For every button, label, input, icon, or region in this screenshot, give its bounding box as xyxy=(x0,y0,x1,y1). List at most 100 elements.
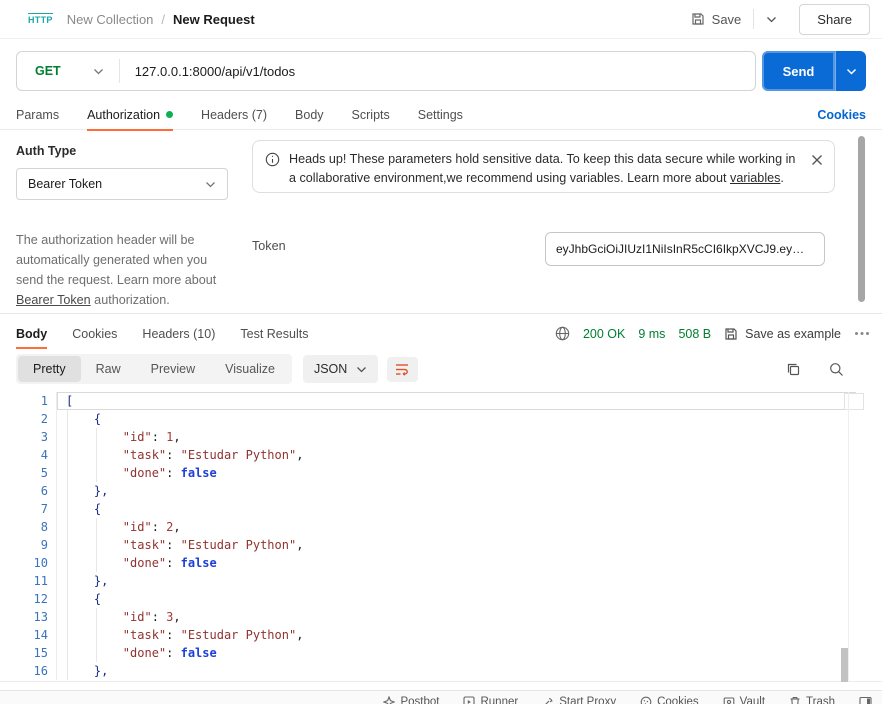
send-button[interactable]: Send xyxy=(762,51,835,91)
toolbar-right-icons xyxy=(786,362,866,377)
cookies-link[interactable]: Cookies xyxy=(817,108,866,122)
copy-icon[interactable] xyxy=(786,362,801,377)
auth-type-select[interactable]: Bearer Token xyxy=(16,168,228,200)
status-code[interactable]: 200 OK xyxy=(583,327,625,341)
code-line[interactable]: 6 }, xyxy=(0,482,882,500)
code-line[interactable]: 12 { xyxy=(0,590,882,608)
footer-item-trash[interactable]: Trash xyxy=(789,696,835,704)
indent-guide xyxy=(96,428,97,482)
response-tabs: Body Cookies Headers (10) Test Results xyxy=(16,320,308,347)
save-options-chevron-icon[interactable] xyxy=(756,10,787,29)
code-line[interactable]: 3 "id": 1, xyxy=(0,428,882,446)
response-toolbar: PrettyRawPreviewVisualize JSON xyxy=(16,353,866,385)
format-select[interactable]: JSON xyxy=(303,355,378,383)
vault-icon xyxy=(723,696,735,704)
code-line[interactable]: 8 "id": 2, xyxy=(0,518,882,536)
http-request-icon: HTTP xyxy=(28,13,53,25)
share-button[interactable]: Share xyxy=(799,4,870,35)
divider xyxy=(0,313,882,314)
tab-label: Params xyxy=(16,108,59,122)
editor-scrollbar-thumb[interactable] xyxy=(841,648,848,682)
footer-item-runner[interactable]: Runner xyxy=(463,696,518,704)
method-value: GET xyxy=(35,64,61,78)
line-number: 5 xyxy=(0,464,57,482)
footer-item-vault[interactable]: Vault xyxy=(723,696,765,704)
token-input[interactable]: eyJhbGciOiJIUzI1NiIsInR5cCI6IkpXVCJ9.ey… xyxy=(545,232,825,266)
code-line[interactable]: 10 "done": false xyxy=(0,554,882,572)
more-options-icon[interactable] xyxy=(854,331,870,336)
footer-item-postbot[interactable]: Postbot xyxy=(383,696,439,704)
save-as-example-button[interactable]: Save as example xyxy=(724,327,841,341)
method-select[interactable]: GET xyxy=(17,64,104,78)
code-line[interactable]: 11 }, xyxy=(0,572,882,590)
code-line[interactable]: 7 { xyxy=(0,500,882,518)
response-tab-body[interactable]: Body xyxy=(16,320,47,347)
breadcrumb-separator: / xyxy=(161,12,165,27)
view-mode-pretty[interactable]: Pretty xyxy=(18,356,81,382)
bearer-token-link[interactable]: Bearer Token xyxy=(16,293,91,307)
top-bar: HTTP New Collection / New Request Save S… xyxy=(0,0,882,39)
request-tab-params[interactable]: Params xyxy=(16,100,59,130)
runner-icon xyxy=(463,696,475,704)
line-content: "done": false xyxy=(57,554,856,572)
code-line[interactable]: 16 }, xyxy=(0,662,882,680)
save-icon xyxy=(724,327,738,341)
tab-label: Scripts xyxy=(352,108,390,122)
footer-item-label: Vault xyxy=(740,696,765,704)
view-mode-raw[interactable]: Raw xyxy=(81,356,136,382)
code-line[interactable]: 15 "done": false xyxy=(0,644,882,662)
footer-item-cookies[interactable]: Cookies xyxy=(640,696,699,704)
proxy-icon xyxy=(542,696,554,704)
search-icon[interactable] xyxy=(829,362,844,377)
variables-link[interactable]: variables xyxy=(730,171,780,185)
send-options-chevron-icon[interactable] xyxy=(835,51,866,91)
request-tab-body[interactable]: Body xyxy=(295,100,324,130)
url-input[interactable]: 127.0.0.1:8000/api/v1/todos xyxy=(135,64,295,79)
auth-scrollbar[interactable] xyxy=(858,136,865,302)
view-mode-visualize[interactable]: Visualize xyxy=(210,356,290,382)
footer-item-start-proxy[interactable]: Start Proxy xyxy=(542,696,616,704)
line-content: [ xyxy=(57,392,856,410)
breadcrumb-collection[interactable]: New Collection xyxy=(67,12,154,27)
line-content: "id": 1, xyxy=(57,428,856,446)
footer-item-label: Start Proxy xyxy=(559,696,616,704)
view-mode-segmented-control: PrettyRawPreviewVisualize xyxy=(16,354,292,384)
breadcrumb-request[interactable]: New Request xyxy=(173,12,255,27)
auth-panel-left: Auth Type Bearer Token The authorization… xyxy=(16,131,228,310)
code-line[interactable]: 4 "task": "Estudar Python", xyxy=(0,446,882,464)
request-tab-authorization[interactable]: Authorization xyxy=(87,100,173,130)
request-tab-settings[interactable]: Settings xyxy=(418,100,463,130)
close-icon[interactable] xyxy=(811,154,823,166)
code-line[interactable]: 14 "task": "Estudar Python", xyxy=(0,626,882,644)
banner-text: Heads up! These parameters hold sensitiv… xyxy=(289,150,800,183)
request-bar: GET 127.0.0.1:8000/api/v1/todos Send xyxy=(16,51,866,91)
postman-app: HTTP New Collection / New Request Save S… xyxy=(0,0,882,704)
sensitive-data-banner: Heads up! These parameters hold sensitiv… xyxy=(252,140,835,193)
tab-label: Authorization xyxy=(87,108,160,122)
response-time[interactable]: 9 ms xyxy=(638,327,665,341)
code-line[interactable]: 2 { xyxy=(0,410,882,428)
code-line[interactable]: 13 "id": 3, xyxy=(0,608,882,626)
wrap-lines-button[interactable] xyxy=(387,357,418,382)
response-body-editor[interactable]: 1[2 {3 "id": 1,4 "task": "Estudar Python… xyxy=(0,392,882,682)
view-mode-preview[interactable]: Preview xyxy=(136,356,210,382)
request-tab-scripts[interactable]: Scripts xyxy=(352,100,390,130)
editor-scrollbar-track xyxy=(848,392,849,682)
code-line[interactable]: 9 "task": "Estudar Python", xyxy=(0,536,882,554)
top-actions: Save Share xyxy=(681,4,870,35)
response-tab-test-results[interactable]: Test Results xyxy=(240,320,308,347)
indent-guide xyxy=(96,518,97,572)
response-size[interactable]: 508 B xyxy=(678,327,711,341)
postbot-icon xyxy=(383,696,395,704)
response-tab-headers-10[interactable]: Headers (10) xyxy=(142,320,215,347)
line-content: "task": "Estudar Python", xyxy=(57,536,856,554)
code-line[interactable]: 5 "done": false xyxy=(0,464,882,482)
save-button[interactable]: Save xyxy=(681,7,752,32)
code-line[interactable]: 1[ xyxy=(0,392,882,410)
save-icon xyxy=(691,12,705,26)
indent-guide xyxy=(96,608,97,662)
bottom-panel-toggle-icon[interactable] xyxy=(859,696,872,704)
globe-icon[interactable] xyxy=(555,326,570,341)
request-tab-headers-7[interactable]: Headers (7) xyxy=(201,100,267,130)
response-tab-cookies[interactable]: Cookies xyxy=(72,320,117,347)
